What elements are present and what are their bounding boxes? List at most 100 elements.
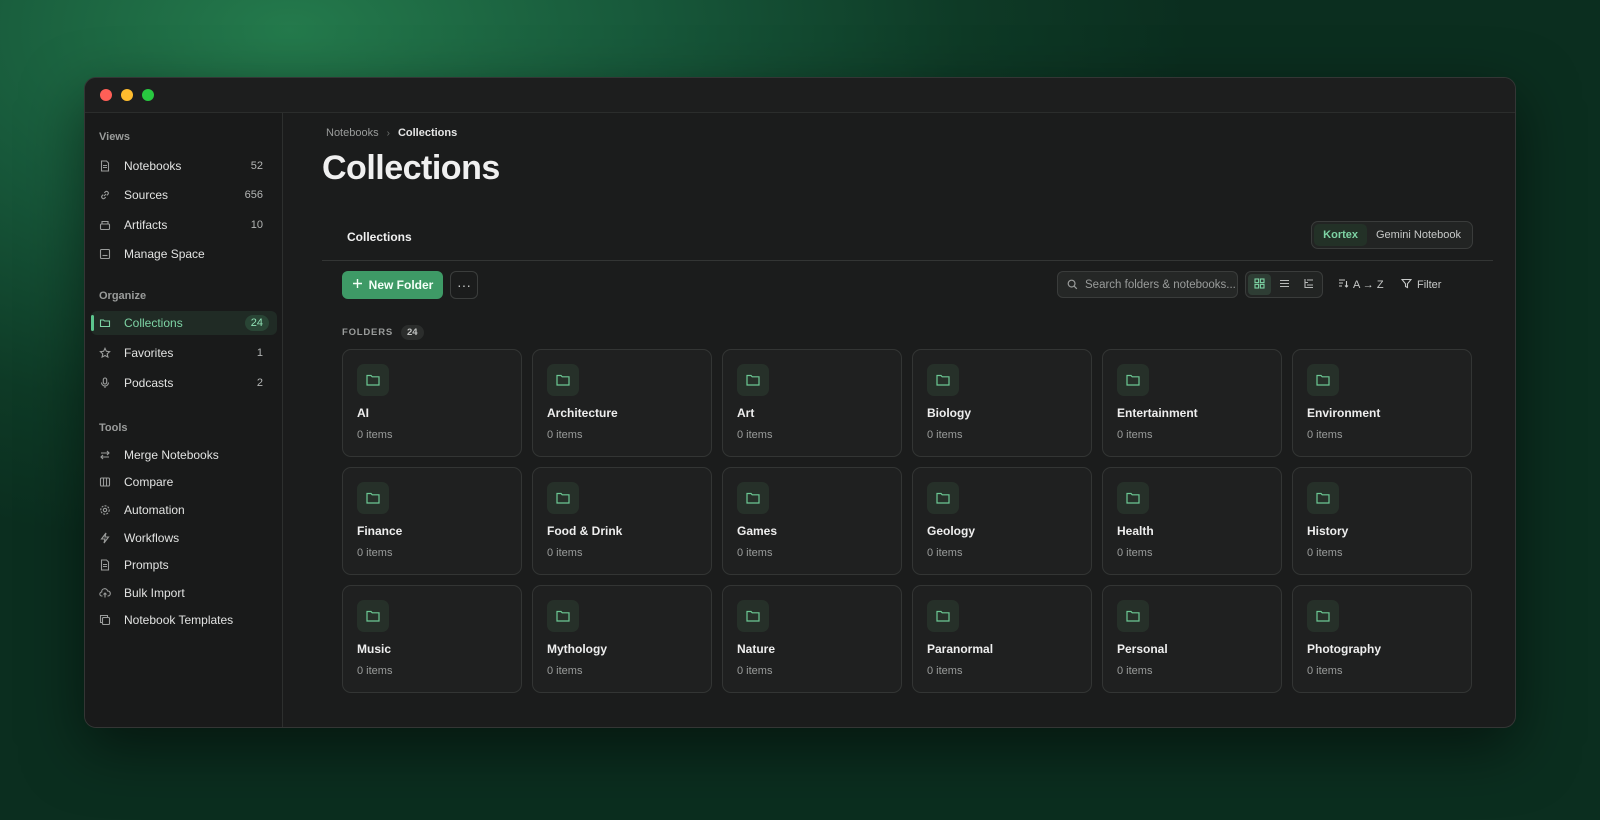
sidebar-item-label: Notebooks xyxy=(124,159,182,173)
folder-name: Nature xyxy=(737,642,776,656)
sidebar-item-label: Workflows xyxy=(124,531,180,545)
folder-icon xyxy=(1307,482,1339,514)
sort-button[interactable]: A → Z xyxy=(1338,271,1384,298)
sidebar-item-count: 656 xyxy=(244,189,263,201)
source-option-gemini-notebook[interactable]: Gemini Notebook xyxy=(1367,224,1470,246)
cloud-upload-icon xyxy=(99,587,111,599)
search-input[interactable]: Search folders & notebooks... xyxy=(1057,271,1238,298)
folder-card[interactable]: Mythology 0 items xyxy=(532,585,712,693)
more-dots-icon: ··· xyxy=(457,277,471,293)
sidebar-item-manage-space[interactable]: Manage Space xyxy=(91,242,277,266)
folder-item-count: 0 items xyxy=(1307,547,1343,559)
sidebar-item-notebooks[interactable]: Notebooks 52 xyxy=(91,154,277,178)
folder-card[interactable]: History 0 items xyxy=(1292,467,1472,575)
folder-icon xyxy=(547,364,579,396)
sidebar-item-automation[interactable]: Automation xyxy=(91,498,277,522)
filter-button[interactable]: Filter xyxy=(1400,271,1441,298)
folder-name: Photography xyxy=(1307,642,1381,656)
source-option-kortex[interactable]: Kortex xyxy=(1314,224,1367,246)
sidebar-item-favorites[interactable]: Favorites 1 xyxy=(91,341,277,365)
folder-icon xyxy=(927,600,959,632)
folder-card[interactable]: Games 0 items xyxy=(722,467,902,575)
folder-name: Finance xyxy=(357,524,403,538)
folder-card[interactable]: Health 0 items xyxy=(1102,467,1282,575)
sidebar-item-label: Podcasts xyxy=(124,376,174,390)
sidebar-item-count: 2 xyxy=(256,377,263,389)
breadcrumb-parent-link[interactable]: Notebooks xyxy=(326,127,379,139)
breadcrumb: Notebooks › Collections xyxy=(326,127,457,139)
tree-view-button[interactable] xyxy=(1297,274,1320,295)
folder-card[interactable]: Entertainment 0 items xyxy=(1102,349,1282,457)
sidebar-item-collections[interactable]: Collections 24 xyxy=(91,311,277,335)
app-window: Views Notebooks 52 Sources 656 Artifacts… xyxy=(84,77,1516,728)
sidebar-item-label: Prompts xyxy=(124,558,169,572)
more-options-button[interactable]: ··· xyxy=(450,271,478,299)
folder-icon xyxy=(737,600,769,632)
folder-icon xyxy=(357,600,389,632)
folder-icon xyxy=(547,600,579,632)
folder-item-count: 0 items xyxy=(927,665,963,677)
sidebar-item-label: Manage Space xyxy=(124,247,205,261)
document-icon xyxy=(99,160,111,172)
plus-icon xyxy=(352,278,363,292)
title-bar xyxy=(85,78,1515,113)
sidebar-item-workflows[interactable]: Workflows xyxy=(91,526,277,550)
folder-card[interactable]: Food & Drink 0 items xyxy=(532,467,712,575)
folder-icon xyxy=(1307,364,1339,396)
grid-view-button[interactable] xyxy=(1248,274,1271,295)
sidebar-item-label: Automation xyxy=(124,503,185,517)
merge-arrows-icon xyxy=(99,449,111,461)
folder-card[interactable]: AI 0 items xyxy=(342,349,522,457)
grid-icon xyxy=(1254,276,1265,294)
sidebar-item-sources[interactable]: Sources 656 xyxy=(91,183,277,207)
folder-name: Paranormal xyxy=(927,642,994,656)
sidebar-section-organize: Organize xyxy=(99,290,147,302)
close-window-button[interactable] xyxy=(100,89,112,101)
sidebar-item-notebook-templates[interactable]: Notebook Templates xyxy=(91,608,277,632)
sidebar-item-compare[interactable]: Compare xyxy=(91,470,277,494)
sidebar-item-podcasts[interactable]: Podcasts 2 xyxy=(91,371,277,395)
folder-icon xyxy=(737,364,769,396)
folder-card[interactable]: Environment 0 items xyxy=(1292,349,1472,457)
folder-card[interactable]: Photography 0 items xyxy=(1292,585,1472,693)
minimize-window-button[interactable] xyxy=(121,89,133,101)
sidebar-item-label: Merge Notebooks xyxy=(124,448,219,462)
folder-card[interactable]: Art 0 items xyxy=(722,349,902,457)
folder-name: Food & Drink xyxy=(547,524,623,538)
folder-icon xyxy=(547,482,579,514)
folder-icon xyxy=(99,317,111,329)
zoom-window-button[interactable] xyxy=(142,89,154,101)
folder-card[interactable]: Personal 0 items xyxy=(1102,585,1282,693)
folder-card[interactable]: Biology 0 items xyxy=(912,349,1092,457)
folder-name: Environment xyxy=(1307,406,1381,420)
folder-name: Games xyxy=(737,524,778,538)
page-title: Collections xyxy=(322,149,500,187)
list-view-button[interactable] xyxy=(1273,274,1296,295)
folder-card[interactable]: Finance 0 items xyxy=(342,467,522,575)
folder-card[interactable]: Geology 0 items xyxy=(912,467,1092,575)
folder-card[interactable]: Paranormal 0 items xyxy=(912,585,1092,693)
folders-section-header: FOLDERS 24 xyxy=(342,325,424,340)
folder-item-count: 0 items xyxy=(737,429,773,441)
document-icon xyxy=(99,559,111,571)
folder-card[interactable]: Architecture 0 items xyxy=(532,349,712,457)
new-folder-button[interactable]: New Folder xyxy=(342,271,443,299)
folder-item-count: 0 items xyxy=(1307,429,1343,441)
folder-name: Personal xyxy=(1117,642,1168,656)
sidebar-item-artifacts[interactable]: Artifacts 10 xyxy=(91,213,277,237)
sidebar-item-merge-notebooks[interactable]: Merge Notebooks xyxy=(91,443,277,467)
folder-item-count: 0 items xyxy=(927,429,963,441)
sidebar-item-prompts[interactable]: Prompts xyxy=(91,553,277,577)
folder-grid: AI 0 items Architecture 0 items Art 0 items Bi… xyxy=(342,349,1472,693)
sidebar-item-label: Sources xyxy=(124,188,169,202)
folder-item-count: 0 items xyxy=(1117,547,1153,559)
sidebar-item-bulk-import[interactable]: Bulk Import xyxy=(91,581,277,605)
folder-card[interactable]: Music 0 items xyxy=(342,585,522,693)
folder-item-count: 0 items xyxy=(547,665,583,677)
folder-card[interactable]: Nature 0 items xyxy=(722,585,902,693)
folder-icon xyxy=(357,364,389,396)
folder-item-count: 0 items xyxy=(737,665,773,677)
source-toggle: Kortex Gemini Notebook xyxy=(1311,221,1473,249)
search-placeholder: Search folders & notebooks... xyxy=(1085,278,1236,291)
tab-collections[interactable]: Collections xyxy=(347,230,412,244)
